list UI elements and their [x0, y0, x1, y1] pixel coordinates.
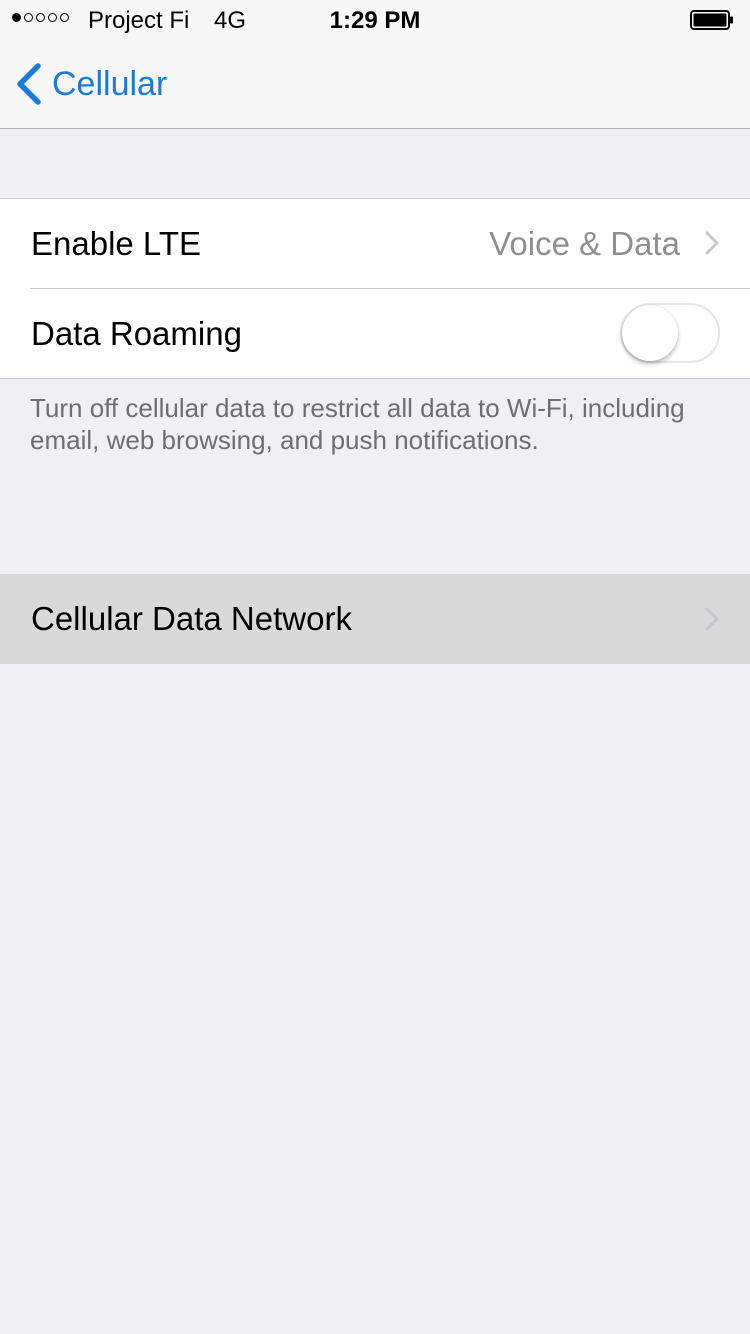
toggle-knob — [622, 305, 678, 361]
status-bar: Project Fi 4G 1:29 PM — [0, 0, 750, 40]
cellular-options-group: Enable LTE Voice & Data Data Roaming — [0, 198, 750, 379]
chevron-right-icon — [705, 607, 719, 631]
battery-icon — [690, 10, 733, 30]
status-time: 1:29 PM — [329, 7, 421, 34]
cellular-data-network-label: Cellular Data Network — [31, 600, 352, 637]
cellular-data-network-row[interactable]: Cellular Data Network — [0, 574, 750, 664]
enable-lte-value: Voice & Data — [489, 225, 680, 262]
navigation-bar: Cellular — [0, 40, 750, 129]
cellular-data-footer-note: Turn off cellular data to restrict all d… — [30, 393, 685, 455]
data-roaming-toggle[interactable] — [620, 303, 720, 363]
data-roaming-label: Data Roaming — [31, 315, 242, 352]
enable-lte-row[interactable]: Enable LTE Voice & Data — [0, 199, 750, 288]
back-button[interactable]: Cellular — [14, 60, 167, 108]
enable-lte-label: Enable LTE — [31, 225, 201, 262]
chevron-left-icon — [17, 63, 41, 105]
back-button-label: Cellular — [52, 65, 168, 103]
chevron-right-icon — [705, 231, 719, 255]
data-roaming-row: Data Roaming — [0, 289, 750, 378]
cellular-data-network-group: Cellular Data Network — [0, 574, 750, 664]
